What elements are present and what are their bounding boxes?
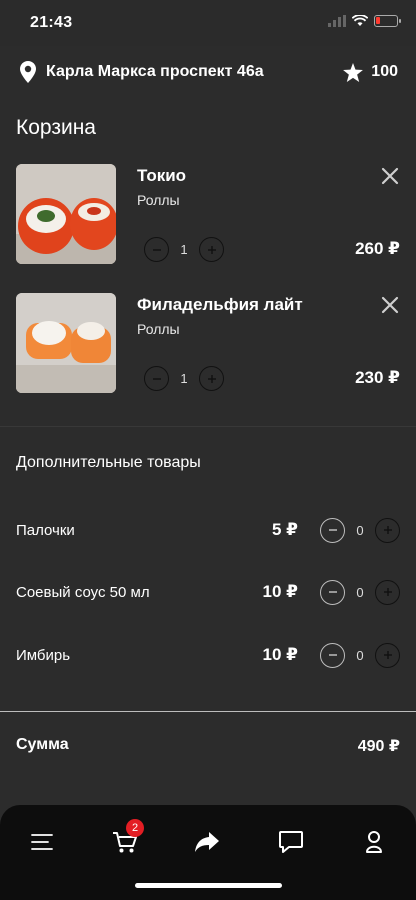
chat-icon [279,831,303,853]
product-name: Токио [137,166,187,185]
decrease-button[interactable] [320,579,345,605]
quantity-stepper: 0 [320,517,400,543]
product-price: 260 ₽ [355,239,400,258]
divider [0,711,416,712]
nav-share[interactable] [192,827,222,857]
page-title: Корзина [16,116,96,139]
nav-chat[interactable] [276,827,306,857]
cart-badge: 2 [126,819,144,837]
quantity-stepper: 1 [144,237,224,262]
top-bar: Карла Маркса проспект 46а 100 [0,46,416,98]
plus-icon [207,374,216,383]
star-icon [343,62,364,82]
points-value: 100 [371,63,398,80]
decrease-button[interactable] [144,237,169,262]
plus-icon [383,588,392,596]
home-indicator [135,883,282,888]
quantity-stepper: 0 [320,579,400,605]
extras-title: Дополнительные товары [16,454,201,471]
extra-item-name: Соевый соус 50 мл [16,583,150,601]
divider [0,426,416,427]
remove-item-button[interactable] [380,166,400,186]
increase-button[interactable] [199,237,224,262]
total-value: 490 ₽ [357,738,400,755]
quantity-value: 1 [180,371,188,386]
nav-cart[interactable]: 2 [110,819,144,857]
total-label: Сумма [16,736,69,753]
minus-icon [152,248,161,251]
profile-icon [366,831,382,853]
cart-item: Филадельфия лайт Роллы 1 230 ₽ [16,293,400,393]
extra-item: Соевый соус 50 мл 10 ₽ 0 [16,577,400,607]
share-arrow-icon [195,832,219,852]
wifi-icon [352,15,368,26]
status-icons [328,15,401,27]
remove-item-button[interactable] [380,295,400,315]
increase-button[interactable] [375,517,400,543]
decrease-button[interactable] [144,366,169,391]
nav-menu[interactable] [27,827,57,857]
minus-icon [328,654,337,656]
plus-icon [383,526,392,534]
quantity-value: 0 [356,647,364,663]
close-icon [381,296,399,314]
extra-item-name: Палочки [16,521,75,539]
minus-icon [152,377,161,380]
address-selector[interactable]: Карла Маркса проспект 46а [20,61,343,83]
product-category: Роллы [137,192,180,208]
status-time: 21:43 [30,14,73,31]
quantity-value: 0 [356,522,364,538]
extra-item-price: 10 ₽ [262,582,298,601]
cellular-signal-icon [328,15,346,27]
increase-button[interactable] [375,579,400,605]
menu-icon [31,834,53,850]
product-image [16,293,116,393]
extra-item: Палочки 5 ₽ 0 [16,515,400,545]
plus-icon [383,651,392,659]
extra-item-price: 10 ₽ [262,645,298,664]
decrease-button[interactable] [320,642,345,668]
order-total: Сумма 490 ₽ [16,736,400,756]
product-image [16,164,116,264]
nav-profile[interactable] [359,827,389,857]
product-price: 230 ₽ [355,368,400,387]
location-pin-icon [20,61,36,83]
quantity-stepper: 1 [144,366,224,391]
extra-item-name: Имбирь [16,646,71,664]
battery-icon [374,15,401,27]
quantity-value: 1 [180,242,188,257]
minus-icon [328,529,337,531]
increase-button[interactable] [199,366,224,391]
extra-item: Имбирь 10 ₽ 0 [16,640,400,670]
quantity-value: 0 [356,584,364,600]
extra-item-price: 5 ₽ [271,520,298,539]
status-bar: 21:43 [0,0,416,46]
product-name: Филадельфия лайт [137,295,303,314]
plus-icon [207,245,216,254]
address-text: Карла Маркса проспект 46а [46,63,264,80]
cart-item: Токио Роллы 1 260 ₽ [16,164,400,264]
product-category: Роллы [137,321,180,337]
increase-button[interactable] [375,642,400,668]
close-icon [381,167,399,185]
minus-icon [328,591,337,593]
decrease-button[interactable] [320,517,345,543]
quantity-stepper: 0 [320,642,400,668]
bonus-points[interactable]: 100 [343,62,398,82]
